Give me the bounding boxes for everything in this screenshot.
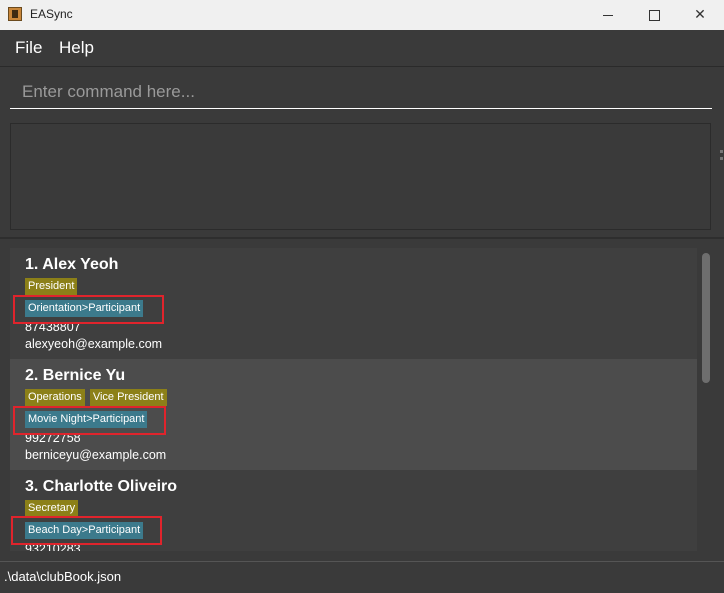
app-icon bbox=[8, 7, 22, 21]
highlight-box bbox=[13, 295, 164, 324]
divider[interactable] bbox=[0, 237, 724, 239]
role-tags: Operations Vice President bbox=[25, 389, 167, 407]
role-tag: Vice President bbox=[89, 389, 167, 406]
list-scrollbar[interactable] bbox=[699, 248, 713, 551]
maximize-icon bbox=[648, 9, 660, 21]
role-tags: President bbox=[25, 278, 78, 296]
menu-file[interactable]: File bbox=[15, 38, 42, 58]
menu-help[interactable]: Help bbox=[59, 38, 94, 58]
minimize-button[interactable] bbox=[585, 0, 631, 30]
person-name: 3. Charlotte Oliveiro bbox=[25, 478, 178, 495]
minimize-icon bbox=[603, 14, 613, 16]
split-handle-icon bbox=[720, 150, 723, 153]
highlight-box bbox=[11, 516, 162, 545]
person-email: berniceyu@example.com bbox=[25, 448, 167, 462]
save-location: .\data\clubBook.json bbox=[4, 569, 122, 584]
person-name: 2. Bernice Yu bbox=[25, 367, 126, 384]
role-tag: Secretary bbox=[25, 500, 79, 517]
role-tag: President bbox=[25, 278, 78, 295]
result-display[interactable] bbox=[10, 123, 711, 230]
person-email: alexyeoh@example.com bbox=[25, 337, 163, 351]
close-icon: ✕ bbox=[694, 7, 706, 23]
role-tag: Operations bbox=[25, 389, 85, 406]
person-card[interactable]: 3. Charlotte Oliveiro Secretary Beach Da… bbox=[10, 470, 697, 551]
menu-bar: File Help bbox=[0, 30, 724, 67]
maximize-button[interactable] bbox=[631, 0, 677, 30]
scrollbar-thumb[interactable] bbox=[702, 253, 710, 383]
close-button[interactable]: ✕ bbox=[677, 0, 723, 30]
command-box bbox=[0, 67, 724, 117]
person-card[interactable]: 1. Alex Yeoh President Orientation>Parti… bbox=[10, 248, 697, 359]
window-title: EASync bbox=[30, 7, 73, 21]
person-name: 1. Alex Yeoh bbox=[25, 256, 119, 273]
status-bar: .\data\clubBook.json bbox=[0, 561, 724, 593]
person-card[interactable]: 2. Bernice Yu Operations Vice President … bbox=[10, 359, 697, 470]
person-list[interactable]: 1. Alex Yeoh President Orientation>Parti… bbox=[10, 248, 697, 551]
highlight-box bbox=[13, 406, 166, 435]
title-bar: EASync ✕ bbox=[0, 0, 724, 30]
command-input[interactable] bbox=[10, 75, 712, 109]
split-handle-icon bbox=[720, 157, 723, 160]
